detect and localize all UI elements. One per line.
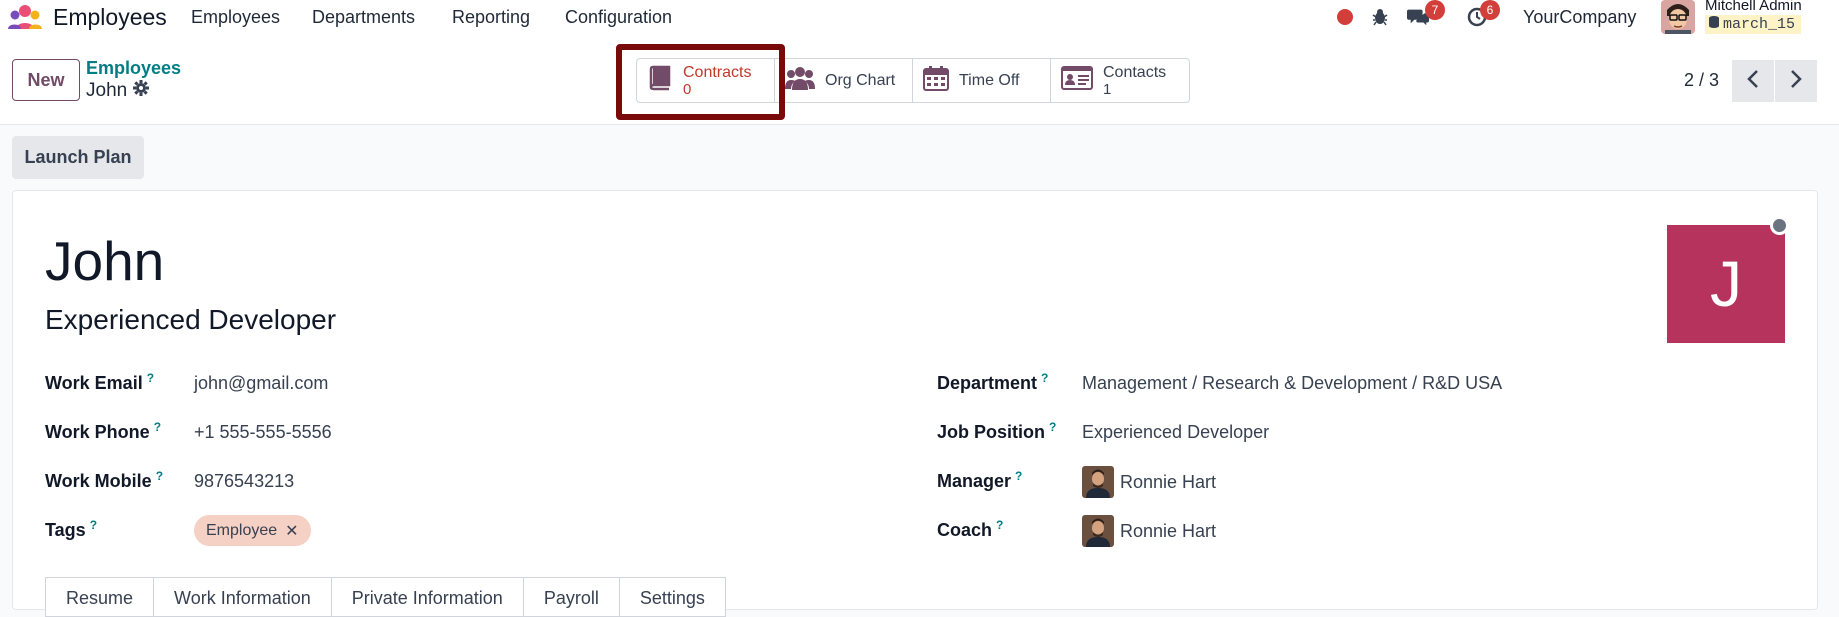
- department-field[interactable]: Management / Research & Development / R&…: [1082, 373, 1502, 394]
- user-name[interactable]: Mitchell Admin: [1705, 0, 1802, 14]
- presence-status-dot: [1770, 216, 1789, 235]
- breadcrumb-employees[interactable]: Employees: [86, 58, 181, 79]
- work-mobile-label: Work Mobile?: [45, 469, 163, 492]
- launch-plan-button[interactable]: Launch Plan: [12, 136, 144, 179]
- tag-label: Employee: [206, 521, 278, 539]
- control-panel: New Employees John Contracts 0 Org Chart: [0, 34, 1839, 125]
- users-icon: [785, 65, 815, 96]
- smart-buttons: Contracts 0 Org Chart Time Off Contacts …: [636, 58, 1190, 103]
- app-name[interactable]: Employees: [53, 4, 167, 31]
- tab-work-information[interactable]: Work Information: [154, 577, 332, 617]
- work-mobile-label-text: Work Mobile: [45, 471, 152, 491]
- work-email-field[interactable]: john@gmail.com: [194, 373, 328, 394]
- recording-dot-icon[interactable]: [1334, 6, 1356, 28]
- help-tooltip-icon[interactable]: ?: [90, 518, 97, 532]
- work-phone-field[interactable]: +1 555-555-5556: [194, 422, 332, 443]
- coach-avatar: [1082, 515, 1114, 547]
- breadcrumb-current: John: [86, 80, 150, 102]
- form-tabs: Resume Work Information Private Informat…: [45, 577, 726, 617]
- employee-form-sheet: John Experienced Developer J Work Email?…: [12, 190, 1818, 617]
- user-avatar[interactable]: [1661, 0, 1695, 34]
- chevron-left-icon: [1746, 69, 1760, 94]
- database-name: march_15: [1723, 16, 1796, 33]
- manager-field[interactable]: Ronnie Hart: [1082, 466, 1216, 498]
- work-phone-label-text: Work Phone: [45, 422, 150, 442]
- calendar-icon: [923, 65, 949, 96]
- contacts-label: Contacts: [1103, 63, 1167, 81]
- employee-job-title[interactable]: Experienced Developer: [45, 304, 336, 336]
- tab-private-information[interactable]: Private Information: [331, 577, 524, 617]
- manager-name: Ronnie Hart: [1120, 471, 1217, 492]
- database-badge: march_15: [1705, 15, 1802, 34]
- coach-name: Ronnie Hart: [1120, 520, 1217, 541]
- tags-label-text: Tags: [45, 520, 86, 540]
- employees-app-logo-icon[interactable]: [8, 3, 42, 31]
- help-tooltip-icon[interactable]: ?: [156, 469, 163, 483]
- coach-label: Coach?: [937, 518, 1003, 541]
- breadcrumb-current-label: John: [86, 80, 128, 101]
- book-icon: [647, 65, 673, 96]
- org-chart-label: Org Chart: [825, 72, 896, 89]
- pager-value[interactable]: 2 / 3: [1684, 70, 1719, 91]
- job-position-label-text: Job Position: [937, 422, 1045, 442]
- tab-payroll[interactable]: Payroll: [523, 577, 620, 617]
- manager-avatar: [1082, 466, 1114, 498]
- contracts-label: Contracts: [683, 63, 752, 81]
- new-button[interactable]: New: [12, 59, 80, 101]
- help-tooltip-icon[interactable]: ?: [1015, 469, 1022, 483]
- help-tooltip-icon[interactable]: ?: [996, 518, 1003, 532]
- menu-reporting[interactable]: Reporting: [452, 7, 530, 28]
- coach-field[interactable]: Ronnie Hart: [1082, 515, 1216, 547]
- work-email-label-text: Work Email: [45, 373, 143, 393]
- id-card-icon: [1061, 66, 1093, 95]
- work-phone-label: Work Phone?: [45, 420, 161, 443]
- coach-label-text: Coach: [937, 520, 993, 540]
- employee-name[interactable]: John: [45, 229, 164, 293]
- tab-settings[interactable]: Settings: [619, 577, 726, 617]
- tag-employee: Employee ✕: [194, 515, 311, 546]
- contacts-count: 1: [1103, 80, 1112, 98]
- manager-label: Manager?: [937, 469, 1022, 492]
- pager-next-button[interactable]: [1775, 60, 1817, 102]
- company-switcher[interactable]: YourCompany: [1523, 7, 1636, 28]
- help-tooltip-icon[interactable]: ?: [1049, 420, 1056, 434]
- manager-label-text: Manager: [937, 471, 1012, 491]
- top-navbar: Employees Employees Departments Reportin…: [0, 0, 1839, 34]
- photo-initial: J: [1710, 248, 1742, 320]
- help-tooltip-icon[interactable]: ?: [154, 420, 161, 434]
- job-position-field[interactable]: Experienced Developer: [1082, 422, 1269, 443]
- menu-departments[interactable]: Departments: [312, 7, 415, 28]
- help-tooltip-icon[interactable]: ?: [147, 371, 154, 385]
- time-off-smart-button[interactable]: Time Off: [913, 59, 1051, 102]
- remove-tag-icon[interactable]: ✕: [285, 521, 298, 541]
- contracts-count: 0: [683, 80, 692, 98]
- time-off-label: Time Off: [959, 72, 1020, 89]
- tab-resume[interactable]: Resume: [45, 577, 155, 617]
- menu-configuration[interactable]: Configuration: [565, 7, 672, 28]
- department-label-text: Department: [937, 373, 1038, 393]
- chevron-right-icon: [1789, 69, 1803, 94]
- work-mobile-field[interactable]: 9876543213: [194, 471, 294, 492]
- activities-count-badge: 6: [1480, 0, 1500, 20]
- work-email-label: Work Email?: [45, 371, 154, 394]
- messages-count-badge: 7: [1425, 0, 1445, 20]
- help-tooltip-icon[interactable]: ?: [1041, 371, 1048, 385]
- menu-employees[interactable]: Employees: [191, 7, 280, 28]
- employee-photo[interactable]: J: [1667, 225, 1785, 343]
- department-label: Department?: [937, 371, 1048, 394]
- org-chart-smart-button[interactable]: Org Chart: [775, 59, 913, 102]
- tags-label: Tags?: [45, 518, 97, 541]
- database-icon: [1709, 16, 1719, 33]
- gear-icon[interactable]: [133, 80, 150, 102]
- contacts-smart-button[interactable]: Contacts 1: [1051, 59, 1189, 102]
- job-position-label: Job Position?: [937, 420, 1056, 443]
- contracts-smart-button[interactable]: Contracts 0: [637, 59, 775, 102]
- bug-icon[interactable]: [1369, 6, 1391, 28]
- pager-previous-button[interactable]: [1732, 60, 1774, 102]
